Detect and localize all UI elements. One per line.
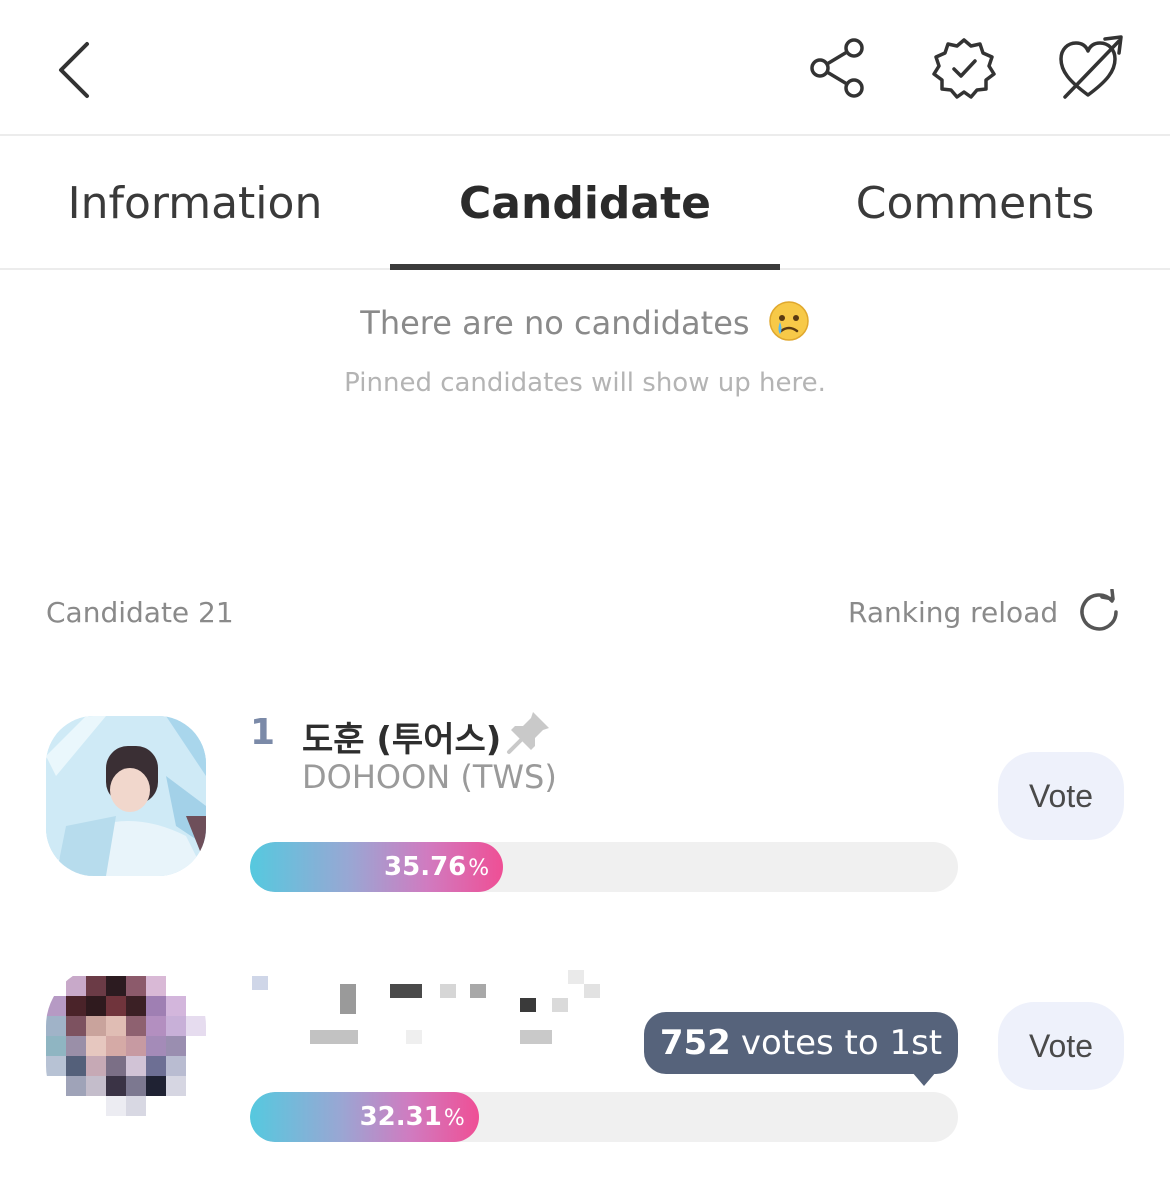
- tab-bar: Information Candidate Comments: [0, 136, 1170, 270]
- empty-state-subtitle: Pinned candidates will show up here.: [344, 368, 826, 398]
- percent-sign: %: [468, 856, 490, 881]
- candidate-row: 1 도훈 (투어스) DOHOON (TWS) Vote 35.76%: [0, 700, 1170, 940]
- crying-face-icon: [768, 300, 810, 350]
- heart-arrow-icon: [1059, 35, 1123, 99]
- back-button[interactable]: [40, 30, 110, 110]
- share-icon: [810, 38, 864, 98]
- vote-percent: 32.31%: [360, 1102, 465, 1132]
- vote-percent-value: 35.76: [384, 852, 467, 882]
- votes-gap-number: 752: [659, 1023, 731, 1063]
- candidate-count: Candidate 21: [46, 596, 234, 629]
- tab-comments[interactable]: Comments: [780, 136, 1170, 270]
- votes-gap-text: votes to 1st: [740, 1023, 943, 1063]
- vote-button[interactable]: Vote: [998, 752, 1124, 840]
- vote-percent-value: 32.31: [359, 1102, 442, 1132]
- active-tab-indicator: [390, 264, 780, 270]
- verify-button[interactable]: [926, 30, 1002, 106]
- candidate-rank: 1: [250, 712, 276, 753]
- ranking-reload-label: Ranking reload: [848, 595, 1059, 629]
- tab-candidate[interactable]: Candidate: [390, 136, 780, 270]
- empty-state-title: There are no candidates: [360, 304, 750, 342]
- vote-progress-bar: 32.31%: [250, 1092, 958, 1142]
- candidate-name-english: DOHOON (TWS): [302, 758, 557, 796]
- vote-progress-bar: 35.76%: [250, 842, 958, 892]
- refresh-icon: [1080, 589, 1118, 631]
- tooltip-arrow: [912, 1072, 936, 1086]
- verified-badge-icon: [932, 38, 996, 99]
- top-bar: [0, 0, 1170, 136]
- vote-percent: 35.76%: [384, 852, 489, 882]
- share-button[interactable]: [800, 30, 876, 106]
- vote-button[interactable]: Vote: [998, 1002, 1124, 1090]
- vote-progress-fill: 35.76%: [250, 842, 504, 892]
- percent-sign: %: [443, 1106, 465, 1131]
- vote-progress-fill: 32.31%: [250, 1092, 479, 1142]
- tab-information[interactable]: Information: [0, 136, 390, 270]
- blurred-name: [250, 960, 610, 1050]
- pin-icon[interactable]: [505, 708, 553, 756]
- votes-to-first-tooltip: 752 votes to 1st: [644, 1012, 958, 1074]
- chevron-left-icon: [59, 42, 89, 98]
- empty-state-title-row: There are no candidates: [0, 300, 1170, 350]
- candidate-avatar-blurred: [46, 966, 206, 1126]
- candidate-avatar: [46, 716, 206, 876]
- candidate-row: Vote 752 votes to 1st 32.31%: [0, 950, 1170, 1190]
- ranking-reload-button[interactable]: Ranking reload: [848, 584, 1122, 640]
- cheer-button[interactable]: [1050, 28, 1130, 108]
- candidate-name-korean: 도훈 (투어스): [302, 720, 502, 760]
